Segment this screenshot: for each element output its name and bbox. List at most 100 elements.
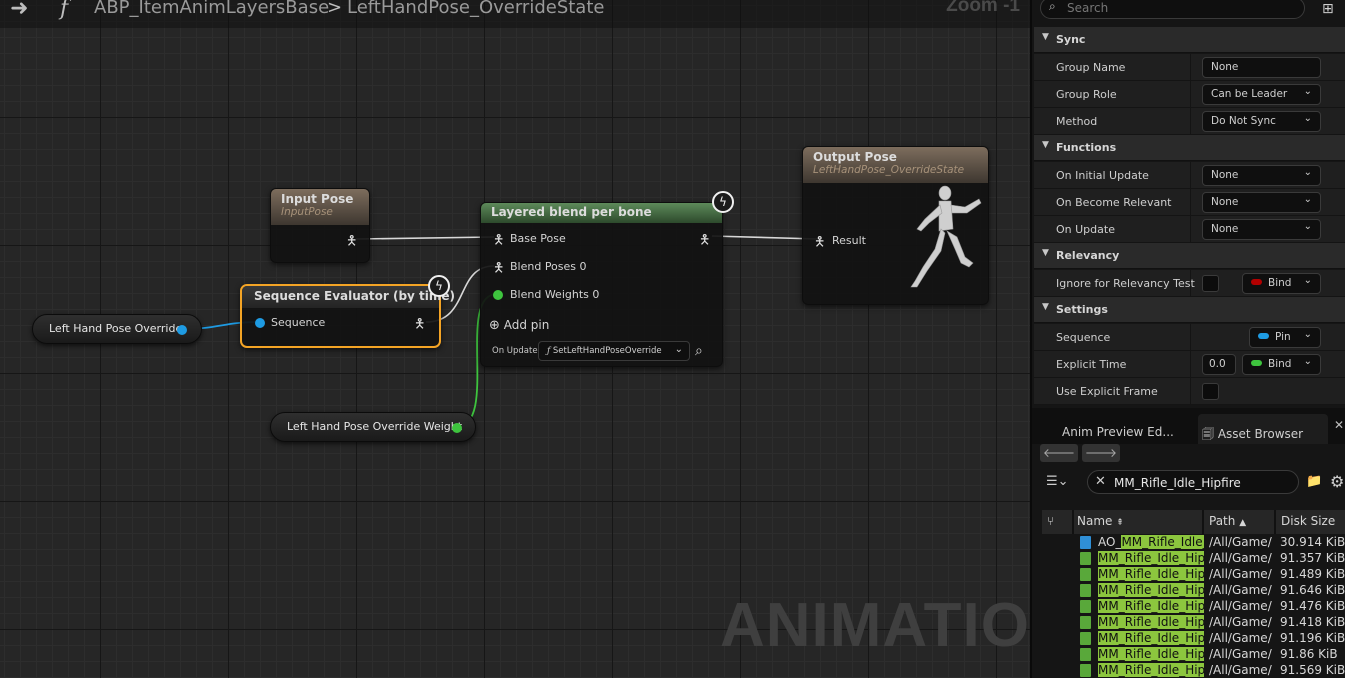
category-label: Functions <box>1056 141 1117 154</box>
animation-asset-icon <box>1080 536 1091 549</box>
gear-icon[interactable]: ⚙ <box>1330 472 1344 491</box>
asset-row[interactable]: MM_Rifle_Idle_Hip/All/Game/91.86 KiB <box>1042 647 1345 663</box>
asset-row[interactable]: MM_Rifle_Idle_Hip/All/Game/91.489 KiB <box>1042 567 1345 583</box>
chevron-down-icon: ⌄ <box>1303 167 1312 178</box>
details-search-input[interactable] <box>1067 0 1297 17</box>
filter-icon[interactable]: ☰⌄ <box>1046 474 1069 489</box>
function-icon: f <box>60 0 69 21</box>
column-disk-size[interactable]: Disk Size <box>1281 514 1335 528</box>
asset-row[interactable]: MM_Rifle_Idle_Hip/All/Game/91.646 KiB <box>1042 583 1345 599</box>
output-pose-pin-icon[interactable]: 🯅 <box>699 231 710 253</box>
table-view-icon[interactable]: ⊞ <box>1322 1 1334 17</box>
column-path[interactable]: Path ▲ <box>1209 514 1246 528</box>
left-hand-pose-override-variable-node[interactable]: Left Hand Pose Override <box>32 314 202 344</box>
asset-row[interactable]: MM_Rifle_Idle_Hip/All/Game/91.357 KiB <box>1042 551 1345 567</box>
asset-name: MM_Rifle_Idle_Hip <box>1098 567 1204 583</box>
result-pin-icon[interactable]: 🯅 <box>814 233 825 255</box>
column-label: Path <box>1209 514 1236 528</box>
back-button[interactable]: 🡐 <box>1040 444 1078 462</box>
object-type-swatch <box>1258 333 1269 339</box>
folder-icon[interactable]: 📁 <box>1306 474 1322 489</box>
output-pose-pin-icon[interactable]: 🯅 <box>414 315 425 337</box>
ignore-relevancy-checkbox[interactable] <box>1202 275 1219 292</box>
collapse-triangle-icon: ▼ <box>1042 32 1049 42</box>
on-update-label: On Update <box>492 346 538 356</box>
asset-row[interactable]: MM_Rifle_Idle_Hip/All/Game/91.418 KiB <box>1042 615 1345 631</box>
search-icon[interactable]: ⌕ <box>695 343 703 359</box>
property-on-become-relevant: On Become Relevant None ⌄ <box>1034 189 1345 216</box>
asset-search-box[interactable]: ✕ <box>1087 470 1299 494</box>
details-search-box[interactable]: ⌕ <box>1040 0 1305 19</box>
variable-output-pin-dot[interactable] <box>452 423 462 433</box>
sequence-pin-dot[interactable] <box>255 318 265 328</box>
asset-row[interactable]: AO_MM_Rifle_Idle_ /All/Game/30.914 KiB <box>1042 535 1345 551</box>
asset-row[interactable]: MM_Rifle_Idle_Hip/All/Game/91.196 KiB <box>1042 631 1345 647</box>
on-update-dropdown[interactable]: None ⌄ <box>1202 219 1321 240</box>
left-hand-override-weight-variable-node[interactable]: Left Hand Pose Override Weight <box>270 412 476 442</box>
base-pose-pin-icon[interactable]: 🯅 <box>493 231 504 253</box>
asset-list: AO_MM_Rifle_Idle_ /All/Game/30.914 KiB MM_… <box>1042 535 1345 678</box>
asset-row[interactable]: MM_Rifle_Idle_Hip/All/Game/91.569 KiB <box>1042 663 1345 678</box>
category-relevancy[interactable]: ▼ Relevancy <box>1034 243 1345 269</box>
explicit-time-bind-dropdown[interactable]: Bind ⌄ <box>1242 354 1321 375</box>
arrow-right-icon: 🡒 <box>1084 446 1118 460</box>
property-use-explicit-frame: Use Explicit Frame <box>1034 378 1345 405</box>
asset-path: /All/Game/ <box>1209 583 1272 597</box>
group-role-dropdown[interactable]: Can be Leader ⌄ <box>1202 84 1321 105</box>
back-arrow-icon[interactable]: ➜ <box>10 0 28 21</box>
column-name[interactable]: Name ⇞ <box>1077 514 1124 528</box>
breadcrumb-blueprint[interactable]: ABP_ItemAnimLayersBase <box>94 0 329 18</box>
output-pose-node[interactable]: Output Pose LeftHandPose_OverrideState 🯅… <box>802 146 989 305</box>
fast-path-lightning-icon: ϟ <box>712 191 734 213</box>
zoom-level: Zoom -1 <box>946 0 1020 16</box>
dropdown-value: None <box>1211 223 1239 235</box>
dropdown-value: None <box>1211 169 1239 181</box>
breadcrumb-separator-icon: > <box>327 0 343 18</box>
graph-toolbar: ➜ f ABP_ItemAnimLayersBase > LeftHandPos… <box>0 0 1030 28</box>
variable-output-pin-dot[interactable] <box>177 325 187 335</box>
on-initial-update-dropdown[interactable]: None ⌄ <box>1202 165 1321 186</box>
on-update-function-dropdown[interactable]: ƒ SetLeftHandPoseOverride ⌄ <box>538 341 690 361</box>
input-pose-subtitle: InputPose <box>281 206 333 218</box>
tab-anim-preview-editor[interactable]: Anim Preview Ed... <box>1052 414 1192 444</box>
layered-blend-node[interactable]: Layered blend per bone 🯅 Base Pose 🯅 🯅 B… <box>480 202 723 367</box>
sort-icon: ⇞ <box>1116 518 1124 528</box>
asset-name-match: MM_Rifle_Idle_Hip <box>1098 615 1204 629</box>
asset-name-match: MM_Rifle_Idle_Hip <box>1098 663 1204 677</box>
ignore-relevancy-bind-dropdown[interactable]: Bind ⌄ <box>1242 273 1321 294</box>
asset-path: /All/Game/ <box>1209 551 1272 565</box>
category-sync[interactable]: ▼ Sync <box>1034 27 1345 53</box>
column-label: Name <box>1077 514 1113 528</box>
add-pin-button[interactable]: ⊕ Add pin <box>489 318 549 333</box>
column-divider <box>1190 54 1191 81</box>
category-settings[interactable]: ▼ Settings <box>1034 297 1345 323</box>
sequence-evaluator-node[interactable]: Sequence Evaluator (by time) Sequence 🯅 <box>240 284 455 348</box>
source-control-icon: ⑂ <box>1047 514 1055 528</box>
property-label: Sequence <box>1056 331 1111 344</box>
method-dropdown[interactable]: Do Not Sync ⌄ <box>1202 111 1321 132</box>
blend-weights-pin-dot[interactable] <box>493 290 503 300</box>
on-become-relevant-dropdown[interactable]: None ⌄ <box>1202 192 1321 213</box>
breadcrumb-state[interactable]: LeftHandPose_OverrideState <box>347 0 604 18</box>
clear-search-icon[interactable]: ✕ <box>1095 474 1106 489</box>
group-name-field[interactable]: None <box>1202 57 1321 78</box>
input-pose-node[interactable]: Input Pose InputPose 🯅 <box>270 188 370 263</box>
use-explicit-frame-checkbox[interactable] <box>1202 383 1219 400</box>
asset-name: MM_Rifle_Idle_Hip <box>1098 615 1204 631</box>
anim-graph-canvas[interactable]: ➜ f ABP_ItemAnimLayersBase > LeftHandPos… <box>0 0 1030 678</box>
sequence-pin-label: Sequence <box>271 316 326 329</box>
category-functions[interactable]: ▼ Functions <box>1034 135 1345 161</box>
explicit-time-field[interactable]: 0.0 <box>1202 354 1236 375</box>
close-icon[interactable]: ✕ <box>1334 418 1344 432</box>
asset-search-input[interactable] <box>1114 474 1296 491</box>
sequence-pin-dropdown[interactable]: Pin ⌄ <box>1249 327 1321 348</box>
input-pose-title: Input Pose <box>281 192 354 206</box>
tab-asset-browser[interactable]: 🗐 Asset Browser <box>1198 414 1328 444</box>
asset-row[interactable]: MM_Rifle_Idle_Hip/All/Game/91.476 KiB <box>1042 599 1345 615</box>
blend-poses-pin-icon[interactable]: 🯅 <box>493 259 504 281</box>
asset-path: /All/Game/ <box>1209 615 1272 629</box>
pose-pin-icon[interactable]: 🯅 <box>346 232 357 254</box>
wire-input-to-base-pose[interactable] <box>355 236 495 240</box>
chevron-down-icon: ⌄ <box>1303 86 1312 97</box>
forward-button[interactable]: 🡒 <box>1082 444 1120 462</box>
